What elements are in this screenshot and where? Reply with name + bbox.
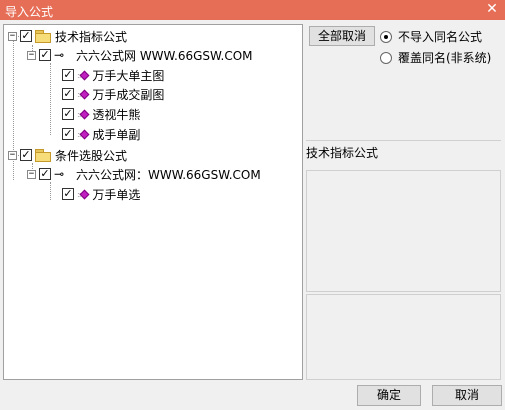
folder-icon: [35, 149, 51, 162]
tree-node-formula[interactable]: ✓ :: 成手单副: [62, 125, 140, 143]
radio-no-import-same-name[interactable]: 不导入同名公式: [380, 28, 482, 45]
collapse-icon[interactable]: −: [27, 169, 36, 179]
tree-node-label: 成手单副: [92, 127, 141, 142]
checkbox[interactable]: ✓: [20, 30, 32, 42]
formula-icon: ::: [77, 89, 90, 99]
formula-icon: ::: [77, 129, 90, 139]
tree-node-66gsw[interactable]: − ✓ ⊸ 六六公式网：WWW.66GSW.COM: [27, 165, 261, 183]
tree-node-formula[interactable]: ✓ :: 透视牛熊: [62, 105, 140, 123]
collapse-icon[interactable]: −: [8, 31, 17, 41]
tree-node-label: 透视牛熊: [92, 107, 141, 122]
cancel-button[interactable]: 取消: [432, 385, 502, 406]
collapse-icon[interactable]: −: [27, 50, 36, 60]
collapse-icon[interactable]: −: [8, 150, 17, 160]
checkbox[interactable]: ✓: [62, 128, 74, 140]
formula-icon: ::: [77, 189, 90, 199]
radio-label: 覆盖同名(非系统): [398, 51, 492, 65]
tree-node-technical-indicators[interactable]: − ✓ 技术指标公式: [8, 27, 127, 45]
radio-label: 不导入同名公式: [398, 30, 483, 44]
tree-node-formula[interactable]: ✓ :: 万手大单主图: [62, 66, 164, 84]
radio-icon[interactable]: [380, 51, 392, 64]
checkbox[interactable]: ✓: [62, 88, 74, 100]
tree-node-label: 条件选股公式: [55, 148, 128, 163]
category-label: 技术指标公式: [306, 140, 501, 160]
tree-node-formula[interactable]: ✓ :: 万手单选: [62, 185, 140, 203]
tree-node-label: 万手大单主图: [92, 68, 165, 83]
deselect-all-button[interactable]: 全部取消: [309, 26, 375, 46]
tree-node-formula[interactable]: ✓ :: 万手成交副图: [62, 85, 164, 103]
tree-node-label: 六六公式网 WWW.66GSW.COM: [76, 48, 253, 63]
tree-node-label: 六六公式网：WWW.66GSW.COM: [76, 167, 261, 182]
formula-icon: ::: [77, 70, 90, 80]
tree-node-label: 技术指标公式: [55, 29, 128, 44]
checkbox[interactable]: ✓: [39, 168, 51, 180]
title-bar: 导入公式 ✕: [0, 0, 505, 20]
tree-node-66gsw[interactable]: − ✓ ⊸ 六六公式网 WWW.66GSW.COM: [27, 46, 253, 64]
ok-button[interactable]: 确定: [357, 385, 421, 406]
radio-overwrite-same-name[interactable]: 覆盖同名(非系统): [380, 49, 491, 66]
formula-tree[interactable]: − ✓ 技术指标公式 − ✓ ⊸ 六六公式网 WWW.66GSW.COM ✓ :…: [3, 24, 303, 380]
tree-node-label: 万手成交副图: [92, 87, 165, 102]
tree-line: [50, 63, 51, 135]
key-icon: ⊸: [54, 48, 64, 62]
formula-params-panel: [306, 294, 501, 380]
import-formula-dialog: 导入公式 ✕ − ✓ 技术指标公式 − ✓ ⊸ 六六公式网 WWW.66GSW.…: [0, 0, 505, 410]
tree-node-label: 万手单选: [92, 187, 141, 202]
window-title: 导入公式: [5, 5, 54, 19]
checkbox[interactable]: ✓: [62, 108, 74, 120]
tree-line: [50, 182, 51, 200]
checkbox[interactable]: ✓: [39, 49, 51, 61]
folder-icon: [35, 30, 51, 43]
formula-icon: ::: [77, 109, 90, 119]
checkbox[interactable]: ✓: [20, 149, 32, 161]
checkbox[interactable]: ✓: [62, 69, 74, 81]
formula-description-panel: [306, 170, 501, 292]
close-icon[interactable]: ✕: [484, 1, 500, 18]
radio-icon[interactable]: [380, 30, 392, 43]
key-icon: ⊸: [54, 167, 64, 181]
checkbox[interactable]: ✓: [62, 188, 74, 200]
tree-node-stock-selection[interactable]: − ✓ 条件选股公式: [8, 146, 127, 164]
